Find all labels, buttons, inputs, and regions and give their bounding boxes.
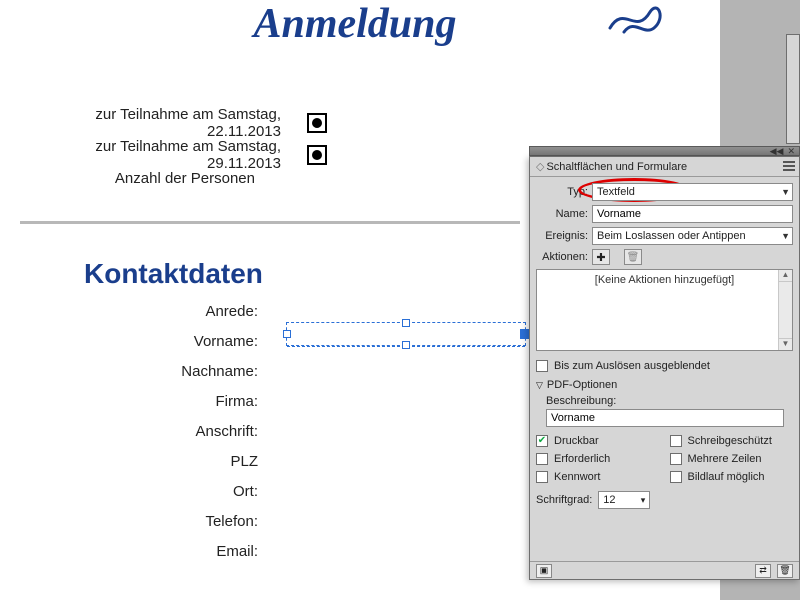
schriftgrad-label: Schriftgrad: [536,494,592,506]
panel-title: Schaltflächen und Formulare [546,161,687,173]
dropdown-arrow-icon: ▼ [781,187,790,197]
erforderlich-checkbox[interactable] [536,453,548,465]
pdf-options-header[interactable]: ▽ PDF-Optionen [530,375,799,393]
scroll-down-icon[interactable]: ▼ [779,338,792,350]
typ-select[interactable]: Textfeld ▼ [592,183,793,201]
ereignis-select[interactable]: Beim Loslassen oder Antippen ▼ [592,227,793,245]
bildlauf-label: Bildlauf möglich [688,471,765,483]
decorative-scribble [606,0,670,38]
hidden-until-trigger-label: Bis zum Auslösen ausgeblendet [554,360,710,372]
label-vorname: Vorname: [0,332,258,352]
mehrere-zeilen-checkbox[interactable] [670,453,682,465]
trash-button[interactable]: 🗑 [777,564,793,578]
form-label-column: Anrede: Vorname: Nachname: Firma: Anschr… [0,302,258,562]
actions-list[interactable]: [Keine Aktionen hinzugefügt] ▲ ▼ [536,269,793,351]
mehrere-label: Mehrere Zeilen [688,453,762,465]
add-action-button[interactable]: ✚ [592,249,610,265]
beschreibung-input[interactable] [546,409,784,427]
name-label: Name: [536,208,588,220]
section-divider [20,221,520,224]
persons-row: Anzahl der Personen [19,170,255,187]
actions-scrollbar[interactable]: ▲ ▼ [778,270,792,350]
panel-footer: ▣ ⇄ 🗑 [530,561,799,579]
close-icon[interactable]: ✕ [787,146,795,157]
resize-handle-top[interactable] [402,319,410,327]
schriftgrad-value: 12 [603,494,615,506]
label-telefon: Telefon: [0,512,258,532]
scroll-up-icon[interactable]: ▲ [779,270,792,282]
druckbar-label: Druckbar [554,435,599,447]
registration-row-2: zur Teilnahme am Samstag, 29.11.2013 [19,138,327,172]
registration-row-1: zur Teilnahme am Samstag, 22.11.2013 [19,106,327,140]
disclosure-triangle-icon: ▽ [536,380,543,391]
kennwort-label: Kennwort [554,471,600,483]
beschreibung-label: Beschreibung: [536,393,793,407]
registration-label-2: zur Teilnahme am Samstag, 29.11.2013 [19,138,281,172]
selected-text-field-frame[interactable] [286,322,526,346]
dropdown-arrow-icon: ▾ [641,495,646,506]
typ-value: Textfeld [597,186,635,198]
schreibgeschuetzt-label: Schreibgeschützt [688,435,772,447]
collapsed-panel-stub[interactable] [786,34,800,144]
no-actions-text: [Keine Aktionen hinzugefügt] [595,274,734,286]
label-plz: PLZ [0,452,258,472]
panel-menu-icon[interactable] [782,160,796,172]
registration-label-1: zur Teilnahme am Samstag, 22.11.2013 [19,106,281,140]
preview-button[interactable]: ▣ [536,564,552,578]
aktionen-label: Aktionen: [536,251,588,263]
panel-grip-icon: ◇ [536,160,542,173]
pdf-options-title: PDF-Optionen [547,379,617,391]
druckbar-checkbox[interactable]: ✔ [536,435,548,447]
panel-window-controls: ◀◀ ✕ [529,146,800,156]
checkbox-sat-22[interactable] [307,113,327,133]
delete-action-button[interactable] [624,249,642,265]
panel-tab[interactable]: ◇ Schaltflächen und Formulare [530,157,799,177]
page-title: Anmeldung [0,0,710,48]
label-anschrift: Anschrift: [0,422,258,442]
erforderlich-label: Erforderlich [554,453,610,465]
resize-handle-left[interactable] [283,330,291,338]
hidden-until-trigger-checkbox[interactable] [536,360,548,372]
label-ort: Ort: [0,482,258,502]
section-header-kontaktdaten: Kontaktdaten [84,258,263,290]
buttons-and-forms-panel: ◇ Schaltflächen und Formulare Typ: Textf… [529,156,800,580]
collapse-icon[interactable]: ◀◀ [770,146,784,157]
checkbox-sat-29[interactable] [307,145,327,165]
ereignis-label: Ereignis: [536,230,588,242]
name-input[interactable] [592,205,793,223]
label-firma: Firma: [0,392,258,412]
ereignis-value: Beim Loslassen oder Antippen [597,230,746,242]
label-nachname: Nachname: [0,362,258,382]
typ-label: Typ: [536,186,588,198]
bildlauf-checkbox[interactable] [670,471,682,483]
kennwort-checkbox[interactable] [536,471,548,483]
dropdown-arrow-icon: ▼ [781,231,790,241]
persons-label: Anzahl der Personen [19,170,255,187]
schreibgeschuetzt-checkbox[interactable] [670,435,682,447]
label-anrede: Anrede: [0,302,258,322]
label-email: Email: [0,542,258,562]
resize-handle-bottom[interactable] [402,341,410,349]
schriftgrad-select[interactable]: 12 ▾ [598,491,650,509]
convert-button[interactable]: ⇄ [755,564,771,578]
